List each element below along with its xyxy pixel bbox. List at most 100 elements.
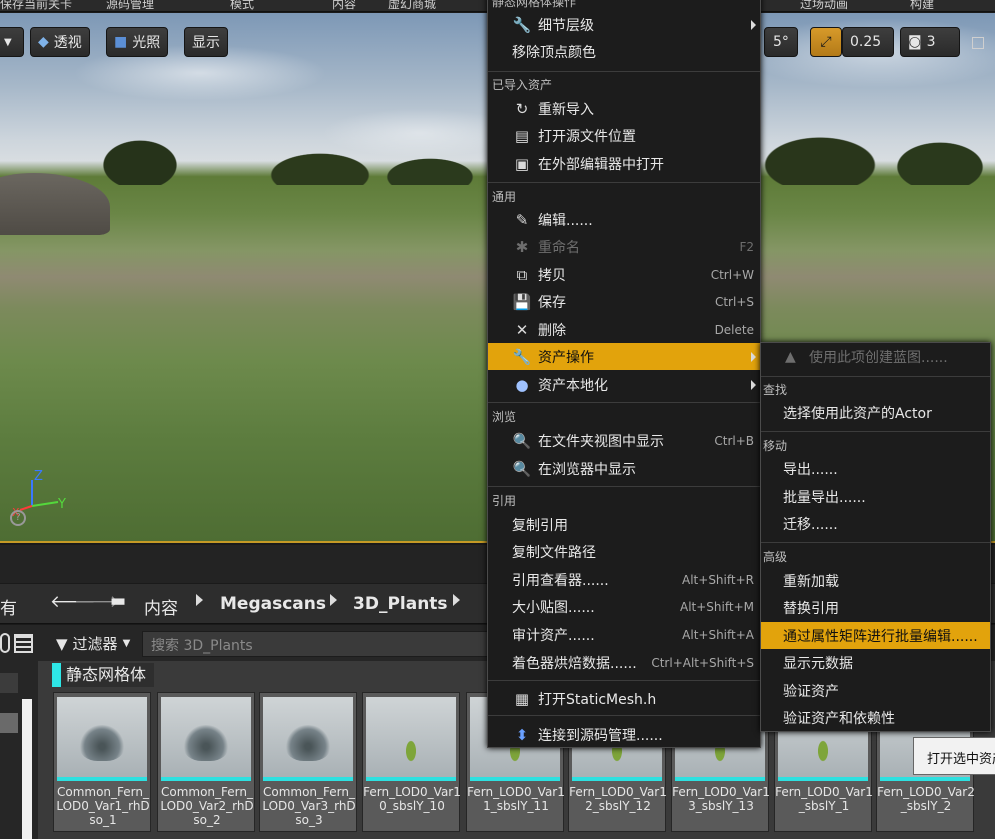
asset-name: Common_Fern_LOD0_Var1_rhDso_1	[56, 785, 150, 827]
asset-tile[interactable]: Common_Fern_LOD0_Var1_rhDso_1	[53, 692, 151, 832]
blueprint-icon: ▲	[785, 348, 796, 365]
menu-item-copy-file-path[interactable]: 复制文件路径	[488, 538, 760, 565]
menu-item-remove-vertex-colors[interactable]: 移除顶点颜色	[488, 38, 760, 65]
menu-item-shader-cook[interactable]: 着色器烘焙数据...... Ctrl+Alt+Shift+S	[488, 649, 760, 676]
breadcrumb-content[interactable]: 内容	[144, 594, 178, 619]
menu-item-show-in-folder[interactable]: 🔍 在文件夹视图中显示 Ctrl+B	[488, 427, 760, 454]
submenu-arrow-icon	[751, 379, 756, 390]
breadcrumb-megascans[interactable]: Megascans	[220, 594, 326, 614]
wrench-icon: 🔧	[512, 15, 532, 34]
left-stub-label: 有	[0, 599, 17, 619]
submenu-item-bulk-export[interactable]: 批量导出......	[761, 483, 990, 510]
menu-item-save[interactable]: 💾 保存 Ctrl+S	[488, 288, 760, 315]
toolbar-build[interactable]: 构建	[910, 0, 934, 11]
funnel-icon: ▼	[56, 634, 68, 653]
search-input[interactable]: 搜索 3D_Plants	[142, 631, 502, 657]
submenu-item-reload[interactable]: 重新加载	[761, 567, 990, 594]
magnifier-icon: 🔍	[512, 431, 532, 450]
asset-type-strip	[263, 777, 353, 781]
asset-thumbnail	[366, 697, 456, 777]
submenu-item-validate-assets[interactable]: 验证资产	[761, 677, 990, 704]
asset-name: Fern_LOD0_Var2_sbslY_2	[877, 785, 975, 813]
breadcrumb-chevron-icon[interactable]	[196, 594, 203, 606]
breadcrumb-chevron-icon[interactable]	[330, 594, 337, 606]
asset-tile[interactable]: Fern_LOD0_Var10_sbslY_10	[362, 692, 461, 832]
scale-snap-toggle[interactable]: ⤢	[810, 27, 842, 57]
sources-row-selected[interactable]	[0, 713, 18, 733]
asset-type-strip	[572, 777, 662, 781]
angle-snap-button[interactable]: 5°	[764, 27, 798, 57]
menu-item-open-header[interactable]: ▦ 打开StaticMesh.h	[488, 685, 760, 712]
submenu-item-bulk-edit-matrix[interactable]: 通过属性矩阵进行批量编辑......	[761, 622, 990, 649]
scale-arrow-icon: ⤢	[820, 34, 832, 50]
toolbar-cinematics[interactable]: 过场动画	[800, 0, 848, 11]
menu-item-size-map[interactable]: 大小贴图...... Alt+Shift+M	[488, 593, 760, 620]
lit-button[interactable]: ■ 光照	[106, 27, 169, 57]
submenu-arrow-icon	[751, 19, 756, 30]
submenu-item-replace-references[interactable]: 替换引用	[761, 594, 990, 621]
magnifier-icon: 🔍	[512, 459, 532, 478]
perspective-label: 透视	[53, 35, 82, 51]
submenu-item-export[interactable]: 导出......	[761, 455, 990, 482]
asset-type-strip	[675, 777, 765, 781]
camera-speed-button[interactable]: ◙ 3	[900, 27, 960, 57]
menu-separator	[488, 680, 760, 681]
help-icon[interactable]: ?	[10, 510, 26, 526]
toolbar-modes[interactable]: 模式	[230, 0, 254, 11]
breadcrumb-3d-plants[interactable]: 3D_Plants	[353, 594, 448, 614]
menu-item-delete[interactable]: ✕ 删除 Delete	[488, 316, 760, 343]
menu-item-copy[interactable]: ⧉ 拷贝 Ctrl+W	[488, 261, 760, 288]
toolbar-save[interactable]: 保存当前关卡	[0, 0, 72, 11]
lit-cube-icon: ■	[114, 34, 128, 50]
menu-item-asset-actions[interactable]: 🔧 资产操作	[488, 343, 760, 370]
submenu-item-select-actors[interactable]: 选择使用此资产的Actor	[761, 399, 990, 426]
sources-row[interactable]	[0, 673, 18, 693]
asset-tile[interactable]: Common_Fern_LOD0_Var3_rhDso_3	[259, 692, 357, 832]
maximize-icon[interactable]	[972, 37, 984, 49]
submenu-arrow-icon	[751, 351, 756, 362]
view-options-icon[interactable]	[0, 633, 10, 653]
menu-item-audit-assets[interactable]: 审计资产...... Alt+Shift+A	[488, 621, 760, 648]
section-find: 查找	[763, 383, 788, 397]
asset-type-strip	[366, 777, 456, 781]
camera-icon: ◙	[908, 34, 922, 50]
filters-button[interactable]: ▼ 过滤器 ▼	[56, 633, 130, 654]
menu-item-edit[interactable]: ✎ 编辑......	[488, 206, 760, 233]
section-advanced: 高级	[763, 550, 788, 564]
menu-item-rename[interactable]: ✱ 重命名 F2	[488, 233, 760, 260]
submenu-item-create-blueprint[interactable]: ▲ 使用此项创建蓝图......	[761, 343, 990, 370]
asset-name: Common_Fern_LOD0_Var2_rhDso_2	[160, 785, 254, 827]
show-button[interactable]: 显示	[184, 27, 228, 57]
asset-name: Fern_LOD0_Var13_sbslY_13	[672, 785, 770, 813]
menu-separator	[761, 431, 990, 432]
list-view-icon[interactable]	[14, 634, 33, 653]
asset-name: Fern_LOD0_Var10_sbslY_10	[363, 785, 461, 813]
menu-item-copy-reference[interactable]: 复制引用	[488, 511, 760, 538]
menu-item-lod[interactable]: 🔧 细节层级	[488, 11, 760, 38]
scale-snap-button[interactable]: 0.25	[842, 27, 894, 57]
toolbar-content[interactable]: 内容	[332, 0, 356, 11]
menu-item-asset-localization[interactable]: ● 资产本地化	[488, 371, 760, 398]
menu-item-open-external-editor[interactable]: ▣ 在外部编辑器中打开	[488, 150, 760, 177]
toolbar-marketplace[interactable]: 虚幻商城	[388, 0, 436, 11]
submenu-item-migrate[interactable]: 迁移......	[761, 510, 990, 537]
menu-separator	[488, 486, 760, 487]
menu-item-show-in-explorer[interactable]: 🔍 在浏览器中显示	[488, 455, 760, 482]
perspective-button[interactable]: ◆ 透视	[30, 27, 90, 57]
breadcrumb-chevron-icon[interactable]	[453, 594, 460, 606]
section-static-mesh: 静态网格体操作	[492, 0, 577, 9]
menu-item-reimport[interactable]: ↻ 重新导入	[488, 95, 760, 122]
toolbar-source-control[interactable]: 源码管理	[106, 0, 154, 11]
menu-item-connect-source-control[interactable]: ⬍ 连接到源码管理......	[488, 721, 760, 748]
delete-icon: ✕	[515, 320, 529, 339]
asset-tile[interactable]: Common_Fern_LOD0_Var2_rhDso_2	[157, 692, 255, 832]
viewport-options-button[interactable]: ▼	[0, 27, 24, 57]
submenu-item-validate-assets-deps[interactable]: 验证资产和依赖性	[761, 704, 990, 731]
show-label: 显示	[192, 35, 220, 51]
submenu-item-show-metadata[interactable]: 显示元数据	[761, 649, 990, 676]
asset-type-strip	[880, 777, 970, 781]
menu-item-reference-viewer[interactable]: 引用查看器...... Alt+Shift+R	[488, 566, 760, 593]
sources-scrollbar[interactable]	[22, 699, 32, 839]
menu-item-open-source-location[interactable]: ▤ 打开源文件位置	[488, 122, 760, 149]
section-imported: 已导入资产	[492, 78, 553, 92]
